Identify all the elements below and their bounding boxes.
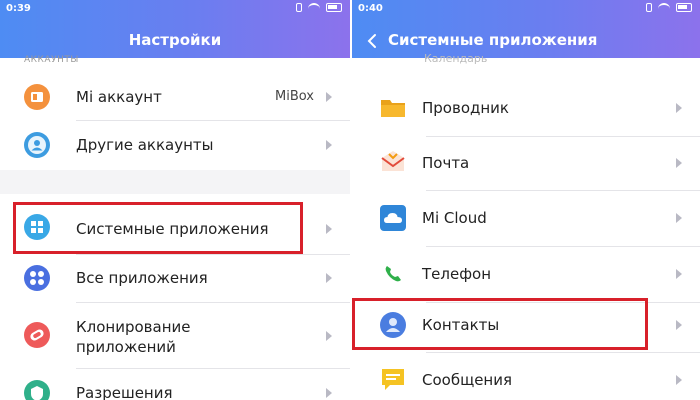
phone-icon — [385, 266, 401, 282]
chevron-right-icon — [326, 273, 332, 283]
chevron-right-icon — [676, 269, 682, 279]
settings-item-label-line1: Клонирование — [76, 318, 191, 336]
mail-icon — [381, 151, 405, 171]
divider — [426, 190, 700, 191]
app-item-label: Контакты — [422, 316, 500, 334]
chevron-right-icon — [676, 158, 682, 168]
battery-icon — [326, 3, 342, 12]
settings-screen: 0:39 Настройки АККАУНТЫ Mi аккаунт MiBox — [0, 0, 350, 400]
chevron-right-icon — [326, 92, 332, 102]
page-title: Настройки — [128, 31, 222, 49]
chevron-right-icon — [676, 375, 682, 385]
list-item-cut-label: Календарь — [424, 52, 488, 65]
section-separator — [0, 170, 350, 194]
app-item-phone[interactable]: Телефон — [352, 248, 700, 302]
status-bar: 0:40 — [352, 0, 700, 18]
settings-item-mi-account[interactable]: Mi аккаунт MiBox — [0, 72, 350, 122]
chevron-right-icon — [676, 213, 682, 223]
cloud-icon — [380, 205, 406, 231]
divider — [76, 254, 350, 255]
settings-item-label: Разрешения — [76, 384, 173, 400]
chevron-right-icon — [326, 224, 332, 234]
settings-item-clone-apps[interactable]: Клонирование приложений — [0, 304, 350, 368]
chevron-right-icon — [676, 103, 682, 113]
chevron-right-icon — [676, 320, 682, 330]
settings-item-all-apps[interactable]: Все приложения — [0, 256, 350, 302]
app-item-contacts[interactable]: Контакты — [352, 304, 700, 348]
permissions-icon — [24, 380, 50, 400]
settings-item-other-accounts[interactable]: Другие аккаунты — [0, 122, 350, 170]
system-apps-icon — [24, 214, 50, 240]
system-apps-screen: 0:40 Системные приложения Календарь Пров… — [352, 0, 700, 400]
bluetooth-icon — [646, 3, 652, 12]
divider — [426, 352, 700, 353]
divider — [426, 136, 700, 137]
battery-icon — [676, 3, 692, 12]
contacts-icon — [380, 312, 406, 338]
settings-item-label: Mi аккаунт — [76, 88, 162, 106]
app-item-label: Телефон — [422, 265, 492, 283]
account-name-value: MiBox — [275, 89, 314, 104]
settings-item-label: Все приложения — [76, 269, 208, 287]
section-label-accounts: АККАУНТЫ — [24, 55, 79, 65]
divider — [76, 120, 350, 121]
clone-apps-icon — [24, 322, 50, 348]
app-item-label: Почта — [422, 154, 470, 172]
bluetooth-icon — [296, 3, 302, 12]
settings-item-permissions[interactable]: Разрешения — [0, 370, 350, 400]
app-item-label: Сообщения — [422, 371, 513, 389]
divider — [426, 246, 700, 247]
status-bar: 0:39 — [0, 0, 350, 18]
settings-list: АККАУНТЫ Mi аккаунт MiBox Другие аккаунт… — [0, 55, 350, 400]
divider — [76, 302, 350, 303]
app-item-mi-cloud[interactable]: Mi Cloud — [352, 192, 700, 246]
settings-item-label-line2: приложений — [76, 338, 176, 356]
system-apps-list: Календарь Проводник Почта Mi Cloud Телеф… — [352, 52, 700, 400]
app-item-messages[interactable]: Сообщения — [352, 354, 700, 400]
all-apps-icon — [24, 265, 50, 291]
folder-icon — [381, 100, 405, 117]
status-time: 0:40 — [358, 3, 383, 14]
back-arrow-icon[interactable] — [364, 32, 382, 50]
chevron-right-icon — [326, 140, 332, 150]
settings-item-label: Системные приложения — [76, 220, 269, 238]
wifi-icon — [308, 3, 320, 12]
mi-account-icon — [24, 84, 50, 110]
wifi-icon — [658, 3, 670, 12]
app-header: 0:40 Системные приложения — [352, 0, 700, 58]
chevron-right-icon — [326, 388, 332, 398]
other-accounts-icon — [24, 132, 50, 158]
app-item-mail[interactable]: Почта — [352, 138, 700, 190]
divider — [76, 368, 350, 369]
app-item-explorer[interactable]: Проводник — [352, 82, 700, 136]
app-header: 0:39 Настройки — [0, 0, 350, 58]
app-item-label: Проводник — [422, 99, 509, 117]
messages-icon — [382, 369, 404, 390]
settings-item-system-apps[interactable]: Системные приложения — [0, 200, 350, 254]
settings-item-label: Другие аккаунты — [76, 136, 214, 154]
chevron-right-icon — [326, 331, 332, 341]
status-time: 0:39 — [6, 3, 31, 14]
app-item-label: Mi Cloud — [422, 209, 487, 227]
divider — [426, 302, 700, 303]
page-title: Системные приложения — [388, 31, 598, 49]
